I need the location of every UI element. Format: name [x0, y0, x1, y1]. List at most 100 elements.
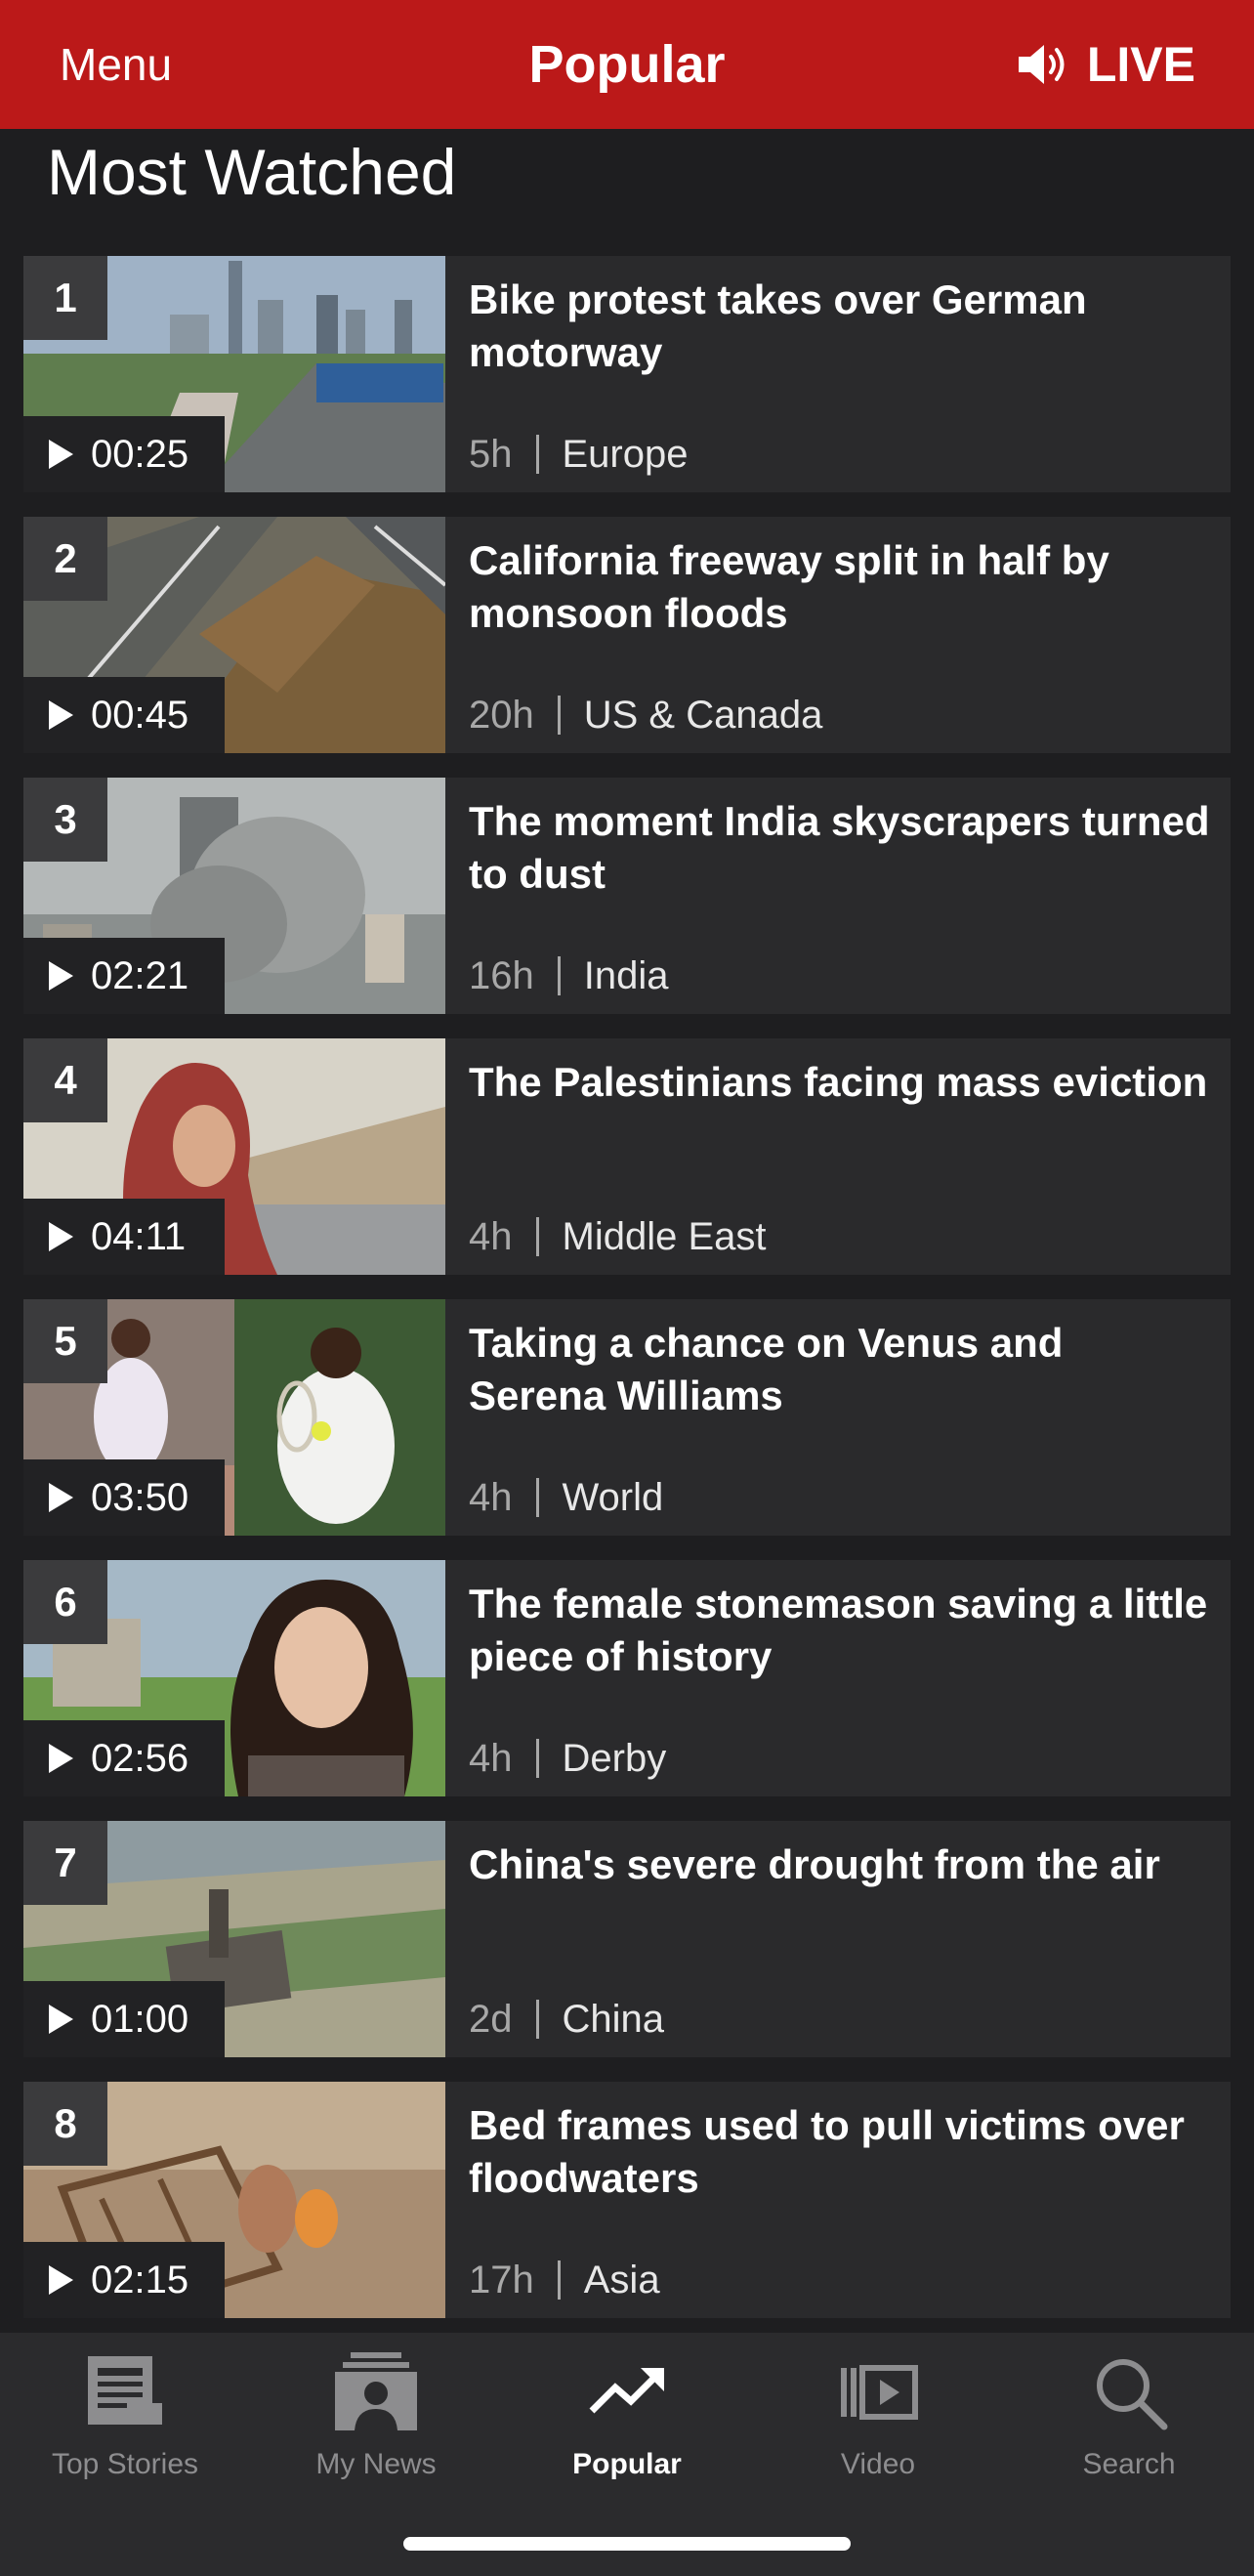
age-label: 4h [469, 1214, 513, 1258]
list-item[interactable]: 1 00:25 Bike protest takes over German m… [23, 256, 1231, 492]
duration-badge: 03:50 [23, 1459, 225, 1536]
duration-label: 04:11 [91, 1214, 187, 1258]
tab-search[interactable]: Search [1004, 2348, 1254, 2495]
list-item[interactable]: 8 02:15 Bed frames used to pull victims … [23, 2082, 1231, 2318]
live-button[interactable]: LIVE [1017, 0, 1195, 129]
item-meta: 2d China [469, 1995, 664, 2044]
live-label: LIVE [1086, 37, 1195, 92]
rank-badge: 7 [23, 1821, 107, 1905]
video-thumbnail[interactable]: 1 00:25 [23, 256, 445, 492]
duration-badge: 02:15 [23, 2242, 225, 2318]
age-label: 17h [469, 2258, 534, 2302]
divider [535, 435, 539, 474]
headline[interactable]: China's severe drought from the air [469, 1838, 1211, 1891]
rank-badge: 4 [23, 1038, 107, 1122]
tab-label: Video [840, 2448, 916, 2480]
divider [535, 1217, 539, 1256]
top-bar: Menu Popular LIVE [0, 0, 1254, 129]
age-label: 20h [469, 693, 534, 737]
list-item[interactable]: 4 04:11 The Palestinians facing mass evi… [23, 1038, 1231, 1275]
category-label[interactable]: Derby [563, 1737, 667, 1781]
video-thumbnail[interactable]: 2 00:45 [23, 517, 445, 753]
tab-label: Top Stories [51, 2448, 199, 2480]
item-meta: 16h India [469, 951, 669, 1000]
play-icon [49, 1222, 73, 1251]
item-meta: 20h US & Canada [469, 691, 822, 739]
duration-label: 01:00 [91, 1997, 189, 2041]
duration-label: 00:25 [91, 432, 189, 476]
tab-label: Popular [572, 2448, 682, 2480]
tab-top-stories[interactable]: Top Stories [0, 2348, 250, 2495]
home-indicator[interactable] [403, 2537, 851, 2551]
newspaper-icon [88, 2356, 162, 2425]
list-item[interactable]: 6 02:56 The female stonemason saving a l… [23, 1560, 1231, 1796]
list-item[interactable]: 3 02:21 The moment India skyscrapers tur… [23, 778, 1231, 1014]
age-label: 4h [469, 1475, 513, 1519]
list-item[interactable]: 7 01:00 China's severe drought from the … [23, 1821, 1231, 2057]
headline[interactable]: Bike protest takes over German motorway [469, 274, 1211, 379]
age-label: 4h [469, 1736, 513, 1780]
item-meta: 17h Asia [469, 2256, 660, 2304]
rank-badge: 3 [23, 778, 107, 862]
headline[interactable]: The female stonemason saving a little pi… [469, 1578, 1211, 1683]
category-label[interactable]: Middle East [563, 1215, 767, 1259]
trending-icon [589, 2368, 664, 2414]
headline[interactable]: Bed frames used to pull victims over flo… [469, 2099, 1211, 2205]
tab-popular[interactable]: Popular [502, 2348, 752, 2495]
headline[interactable]: California freeway split in half by mons… [469, 534, 1211, 640]
divider [535, 1478, 539, 1517]
video-thumbnail[interactable]: 7 01:00 [23, 1821, 445, 2057]
divider [535, 1739, 539, 1778]
headline[interactable]: The moment India skyscrapers turned to d… [469, 795, 1211, 901]
speaker-icon [1018, 45, 1065, 84]
divider [557, 956, 561, 995]
category-label[interactable]: India [584, 954, 669, 998]
item-meta: 4h Middle East [469, 1212, 766, 1261]
video-thumbnail[interactable]: 6 02:56 [23, 1560, 445, 1796]
rank-badge: 8 [23, 2082, 107, 2166]
duration-badge: 04:11 [23, 1199, 225, 1275]
headline[interactable]: The Palestinians facing mass eviction [469, 1056, 1211, 1109]
divider [557, 696, 561, 735]
tab-my-news[interactable]: My News [251, 2348, 501, 2495]
rank-badge: 2 [23, 517, 107, 601]
divider [557, 2260, 561, 2300]
category-label[interactable]: US & Canada [584, 694, 823, 738]
video-thumbnail[interactable]: 5 03:50 [23, 1299, 445, 1536]
video-thumbnail[interactable]: 4 04:11 [23, 1038, 445, 1275]
rank-badge: 6 [23, 1560, 107, 1644]
tab-video[interactable]: Video [753, 2348, 1003, 2495]
duration-label: 03:50 [91, 1475, 189, 1519]
category-label[interactable]: China [563, 1998, 665, 2042]
headline[interactable]: Taking a chance on Venus and Serena Will… [469, 1317, 1211, 1422]
video-thumbnail[interactable]: 3 02:21 [23, 778, 445, 1014]
search-icon [1097, 2359, 1168, 2430]
list-item[interactable]: 2 00:45 California freeway split in half… [23, 517, 1231, 753]
duration-label: 02:56 [91, 1736, 189, 1780]
video-thumbnail[interactable]: 8 02:15 [23, 2082, 445, 2318]
category-label[interactable]: World [563, 1476, 664, 1520]
duration-badge: 00:25 [23, 416, 225, 492]
rank-badge: 5 [23, 1299, 107, 1383]
my-news-icon [335, 2352, 417, 2430]
category-label[interactable]: Asia [584, 2259, 660, 2302]
duration-label: 02:15 [91, 2258, 189, 2302]
tab-label: Search [1082, 2448, 1176, 2480]
rank-badge: 1 [23, 256, 107, 340]
duration-badge: 00:45 [23, 677, 225, 753]
play-icon [49, 2005, 73, 2034]
play-icon [49, 440, 73, 469]
play-icon [49, 2265, 73, 2295]
play-icon [49, 1744, 73, 1773]
item-meta: 4h Derby [469, 1734, 666, 1783]
play-icon [49, 961, 73, 991]
list-item[interactable]: 5 03:50 Taking a chance on Venus and Ser… [23, 1299, 1231, 1536]
category-label[interactable]: Europe [563, 433, 689, 477]
duration-label: 00:45 [91, 693, 189, 737]
play-icon [49, 1483, 73, 1512]
video-list: 1 00:25 Bike protest takes over German m… [23, 256, 1231, 2343]
duration-label: 02:21 [91, 953, 189, 997]
divider [535, 2000, 539, 2039]
age-label: 5h [469, 432, 513, 476]
duration-badge: 01:00 [23, 1981, 225, 2057]
